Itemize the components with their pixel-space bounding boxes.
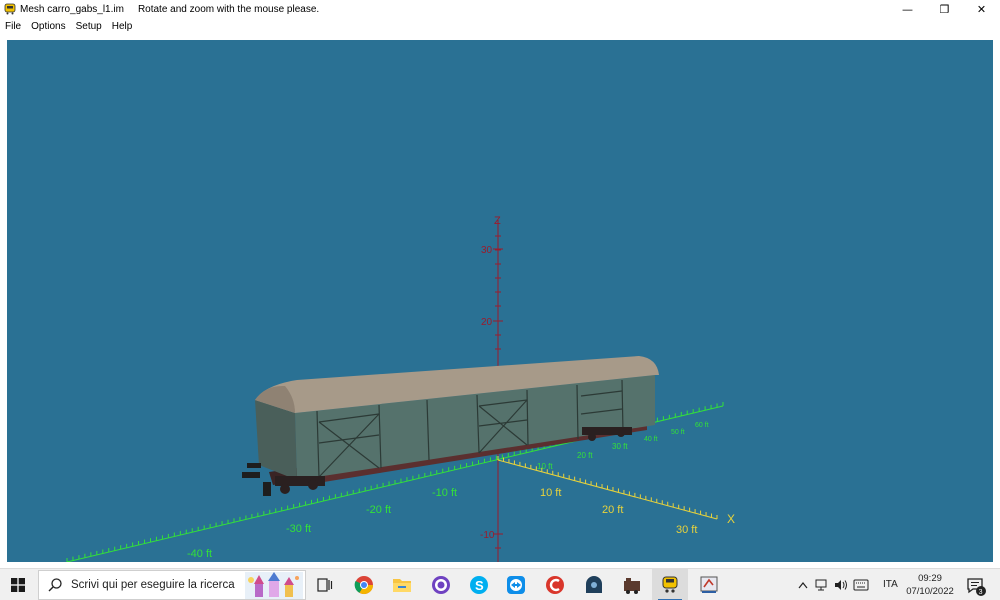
system-clock[interactable]: 09:29 07/10/2022 [900, 572, 960, 598]
y-tick-pos10: 10 ft [537, 462, 553, 471]
z-tick-20: 20 [481, 317, 493, 328]
x-tick-10: 10 ft [540, 487, 561, 499]
x-tick-30: 30 ft [676, 524, 697, 536]
close-button[interactable]: ✕ [963, 0, 1000, 18]
search-placeholder: Scrivi qui per eseguire la ricerca [71, 579, 235, 591]
freight-wagon-model[interactable] [242, 356, 659, 496]
language-indicator[interactable]: ITA [883, 579, 898, 590]
start-button[interactable] [0, 569, 36, 600]
skype-icon[interactable]: S [467, 573, 491, 597]
search-icon [48, 578, 62, 592]
x-tick-20: 20 ft [602, 504, 623, 516]
y-tick-pos60: 60 ft [695, 422, 709, 429]
tray-chevron-up-icon[interactable] [798, 581, 808, 589]
menu-help[interactable]: Help [107, 21, 138, 32]
content-manager-icon[interactable] [697, 573, 721, 597]
train-app-icon [662, 576, 678, 593]
window-controls: — ❐ ✕ [889, 0, 1000, 18]
clock-date: 07/10/2022 [906, 586, 954, 597]
network-icon[interactable] [815, 579, 829, 591]
y-tick-neg40: -40 ft [187, 548, 212, 560]
search-highlight-castle-icon [245, 572, 303, 599]
github-desktop-icon[interactable] [429, 573, 453, 597]
z-tick-30: 30 [481, 245, 493, 256]
title-bar: Mesh carro_gabs_l1.im Rotate and zoom wi… [0, 0, 1000, 18]
window-title: Mesh carro_gabs_l1.im [20, 3, 124, 15]
train-app-icon [4, 3, 16, 15]
chrome-icon[interactable] [352, 573, 376, 597]
3d-viewport[interactable]: Z 30 20 -10 -10 ft -20 ft -30 ft -40 ft … [7, 40, 993, 562]
z-tick-neg10: -10 [480, 530, 495, 541]
window-message: Rotate and zoom with the mouse please. [137, 3, 320, 15]
taskbar-search-box[interactable]: Scrivi qui per eseguire la ricerca [38, 570, 306, 600]
y-tick-pos40: 40 ft [644, 436, 658, 443]
clock-time: 09:29 [918, 573, 942, 584]
notification-count: 3 [979, 589, 983, 596]
minimize-button[interactable]: — [889, 0, 926, 18]
y-tick-neg20: -20 ft [366, 504, 391, 516]
wagon-end-wall [255, 400, 297, 480]
teamviewer-icon[interactable] [504, 573, 528, 597]
z-axis-label: Z [494, 215, 501, 227]
x-axis-label: X [727, 512, 735, 526]
task-view-icon[interactable] [313, 573, 337, 597]
app-window: Mesh carro_gabs_l1.im Rotate and zoom wi… [0, 0, 1000, 600]
locomotive-app-icon[interactable] [620, 573, 644, 597]
wagon-bogie-front [275, 476, 325, 494]
ccleaner-icon[interactable] [543, 573, 567, 597]
active-mesh-viewer-task[interactable] [652, 569, 688, 600]
menu-bar: File Options Setup Help [0, 18, 1000, 34]
menu-setup[interactable]: Setup [71, 21, 107, 32]
menu-options[interactable]: Options [26, 21, 70, 32]
notification-center-icon[interactable]: 3 [965, 575, 987, 597]
y-tick-pos30: 30 ft [612, 442, 628, 451]
svg-text:S: S [475, 578, 484, 593]
keyboard-icon[interactable] [853, 579, 869, 591]
y-tick-pos50: 50 ft [671, 429, 685, 436]
volume-icon[interactable] [834, 579, 848, 591]
trainz-launcher-icon[interactable] [582, 573, 606, 597]
y-tick-pos20: 20 ft [577, 451, 593, 460]
y-tick-neg10: -10 ft [432, 487, 457, 499]
wagon-bogie-rear [582, 427, 632, 441]
windows-logo-icon [11, 578, 25, 592]
taskbar: Scrivi qui per eseguire la ricerca S ITA… [0, 568, 1000, 600]
restore-button[interactable]: ❐ [926, 0, 963, 18]
menu-file[interactable]: File [0, 21, 26, 32]
y-tick-neg30: -30 ft [286, 523, 311, 535]
file-explorer-icon[interactable] [390, 573, 414, 597]
scene-svg[interactable]: Z 30 20 -10 -10 ft -20 ft -30 ft -40 ft … [7, 40, 993, 562]
